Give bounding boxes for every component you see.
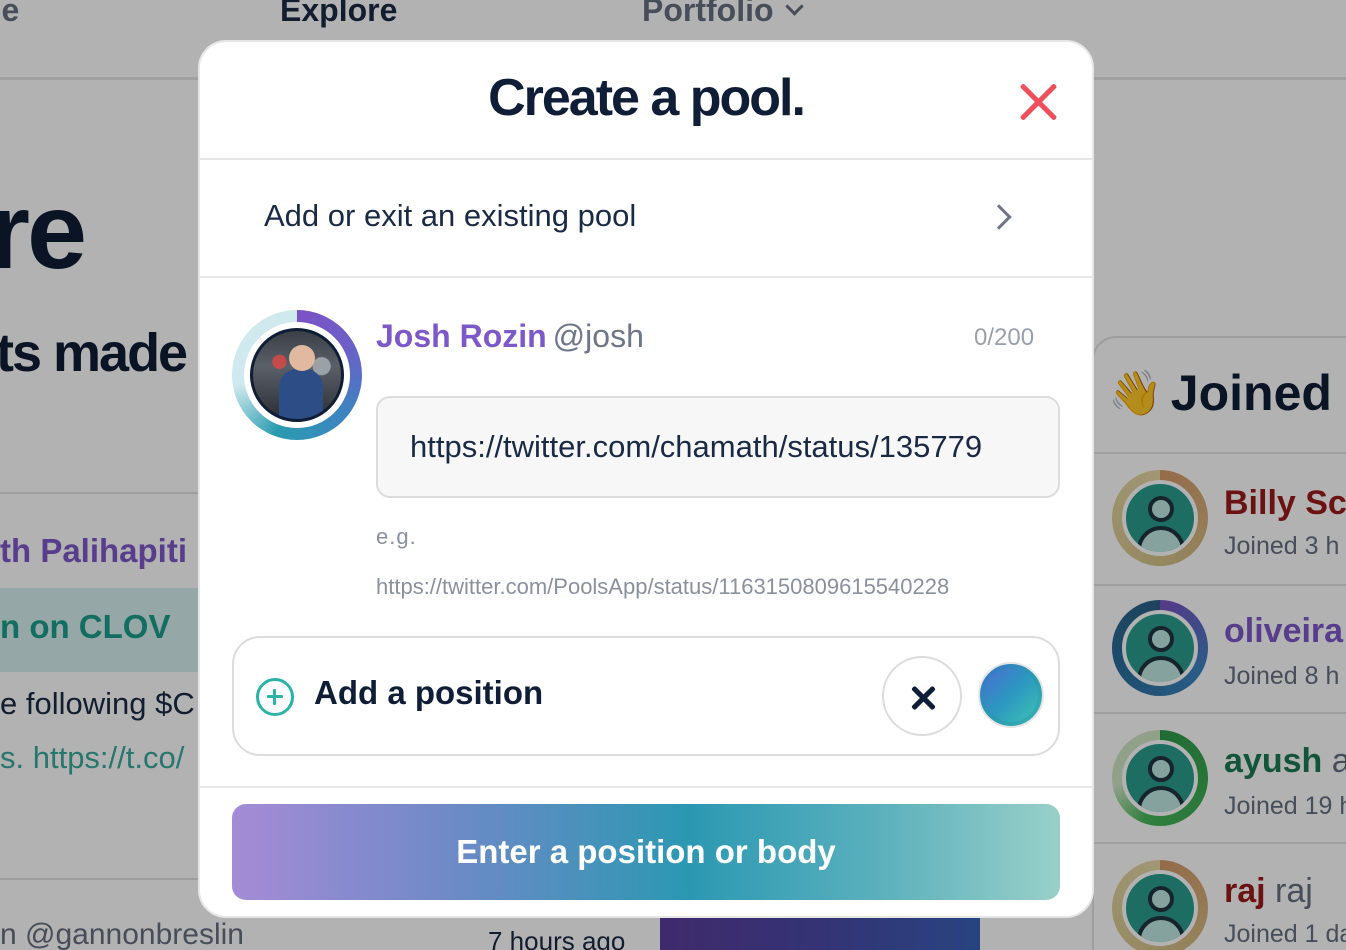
divider bbox=[200, 786, 1092, 788]
existing-pool-link[interactable]: Add or exit an existing pool bbox=[200, 160, 1092, 276]
user-name[interactable]: Josh Rozin bbox=[376, 318, 547, 354]
profile-photo bbox=[250, 328, 344, 422]
chevron-right-icon bbox=[986, 204, 1012, 230]
plus-circle-icon bbox=[256, 678, 294, 716]
modal-title: Create a pool. bbox=[488, 69, 806, 127]
color-picker-button[interactable] bbox=[978, 662, 1044, 728]
add-position-button[interactable]: Add a position bbox=[232, 636, 1060, 756]
example-label: e.g. bbox=[376, 524, 417, 549]
example-url: https://twitter.com/PoolsApp/status/1163… bbox=[376, 574, 950, 599]
create-pool-modal: Create a pool. Add or exit an existing p… bbox=[198, 40, 1094, 918]
avatar[interactable] bbox=[232, 310, 362, 440]
character-count: 0/200 bbox=[974, 324, 1035, 351]
existing-pool-label: Add or exit an existing pool bbox=[264, 198, 637, 233]
x-icon[interactable] bbox=[882, 656, 962, 736]
user-identity: Josh Rozin @josh bbox=[376, 318, 644, 355]
add-position-label: Add a position bbox=[314, 674, 544, 711]
divider bbox=[200, 276, 1092, 278]
close-icon[interactable] bbox=[1016, 80, 1060, 124]
submit-button[interactable]: Enter a position or body bbox=[232, 804, 1060, 900]
user-handle: @josh bbox=[552, 318, 644, 354]
tweet-url-input[interactable] bbox=[376, 396, 1060, 498]
